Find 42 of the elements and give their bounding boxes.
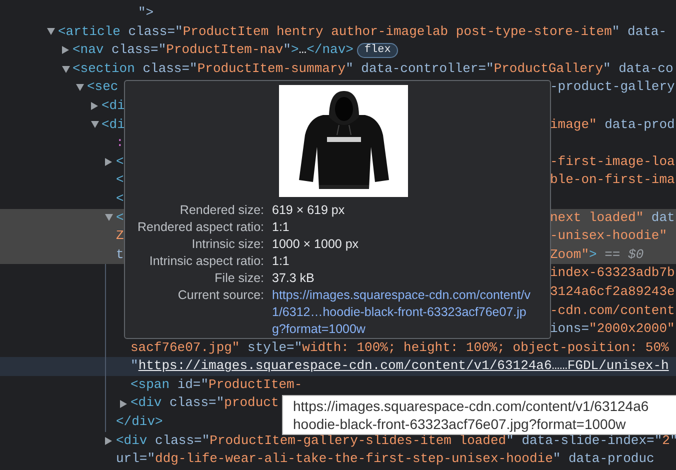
code-line: url="ddg-life-wear-ali-take-the-first-step-unisex-hoodie" data-produc [116, 450, 654, 468]
code-line: -unisex-hoodie" [550, 227, 668, 246]
code-line: < [116, 171, 124, 190]
property-label: Intrinsic size: [190, 236, 264, 253]
property-value: 1:1 [272, 219, 290, 236]
property-value: 619 × 619 px [272, 202, 346, 219]
code-line: < [116, 190, 124, 208]
property-value: 37.3 kB [272, 270, 316, 287]
code-line: -first-image-loa [550, 152, 675, 171]
code-line: <div class="product [130, 394, 279, 412]
tooltip-text: https://images.squarespace-cdn.com/content/v1/63124a6 [293, 397, 649, 415]
code-line: ble-on-first-ima [550, 171, 675, 190]
property-label: File size: [214, 270, 264, 287]
property-label: Rendered size: [178, 202, 264, 219]
code-line: < [116, 208, 124, 227]
code-line: 3124a6cf2a89243e [550, 282, 675, 301]
code-line: <span id="ProductItem- [130, 376, 302, 394]
code-line: <sec [87, 78, 118, 96]
property-label: Current source: [176, 287, 264, 304]
property-value: 1000 × 1000 px [272, 236, 360, 253]
code-line: Z [116, 227, 124, 246]
code-line: next loaded" dat [550, 208, 675, 227]
code-line: ions="2000x2000" [550, 320, 675, 338]
property-label: Intrinsic aspect ratio: [148, 253, 264, 270]
code-line: < [116, 152, 124, 171]
property-value: 1:1 [272, 253, 290, 270]
code-line: " [130, 358, 138, 374]
code-line: -product-gallery [550, 78, 675, 96]
code-line: Zoom"> == $0 [550, 246, 644, 264]
code-line: sacf76e07.jpg" style="width: 100%; height: 100%; object-position: 50% [130, 338, 669, 357]
code-line: t [116, 246, 124, 264]
property-label: Rendered aspect ratio: [136, 219, 264, 236]
tooltip-text: hoodie-black-front-63323acf76e07.jpg?format=1000w [293, 415, 626, 433]
code-line: image" data-prod [550, 116, 675, 134]
code-line: <di [102, 96, 125, 115]
code-line: <nav class="ProductItem-nav">…</nav> [72, 41, 354, 60]
code-line: <di [102, 116, 125, 134]
code-line: : [116, 134, 124, 152]
code-line: -cdn.com/content [550, 302, 675, 320]
code-line: index-63323adb7b [550, 264, 675, 282]
code-line: "> [138, 4, 154, 22]
code-line: </div> [116, 413, 163, 432]
